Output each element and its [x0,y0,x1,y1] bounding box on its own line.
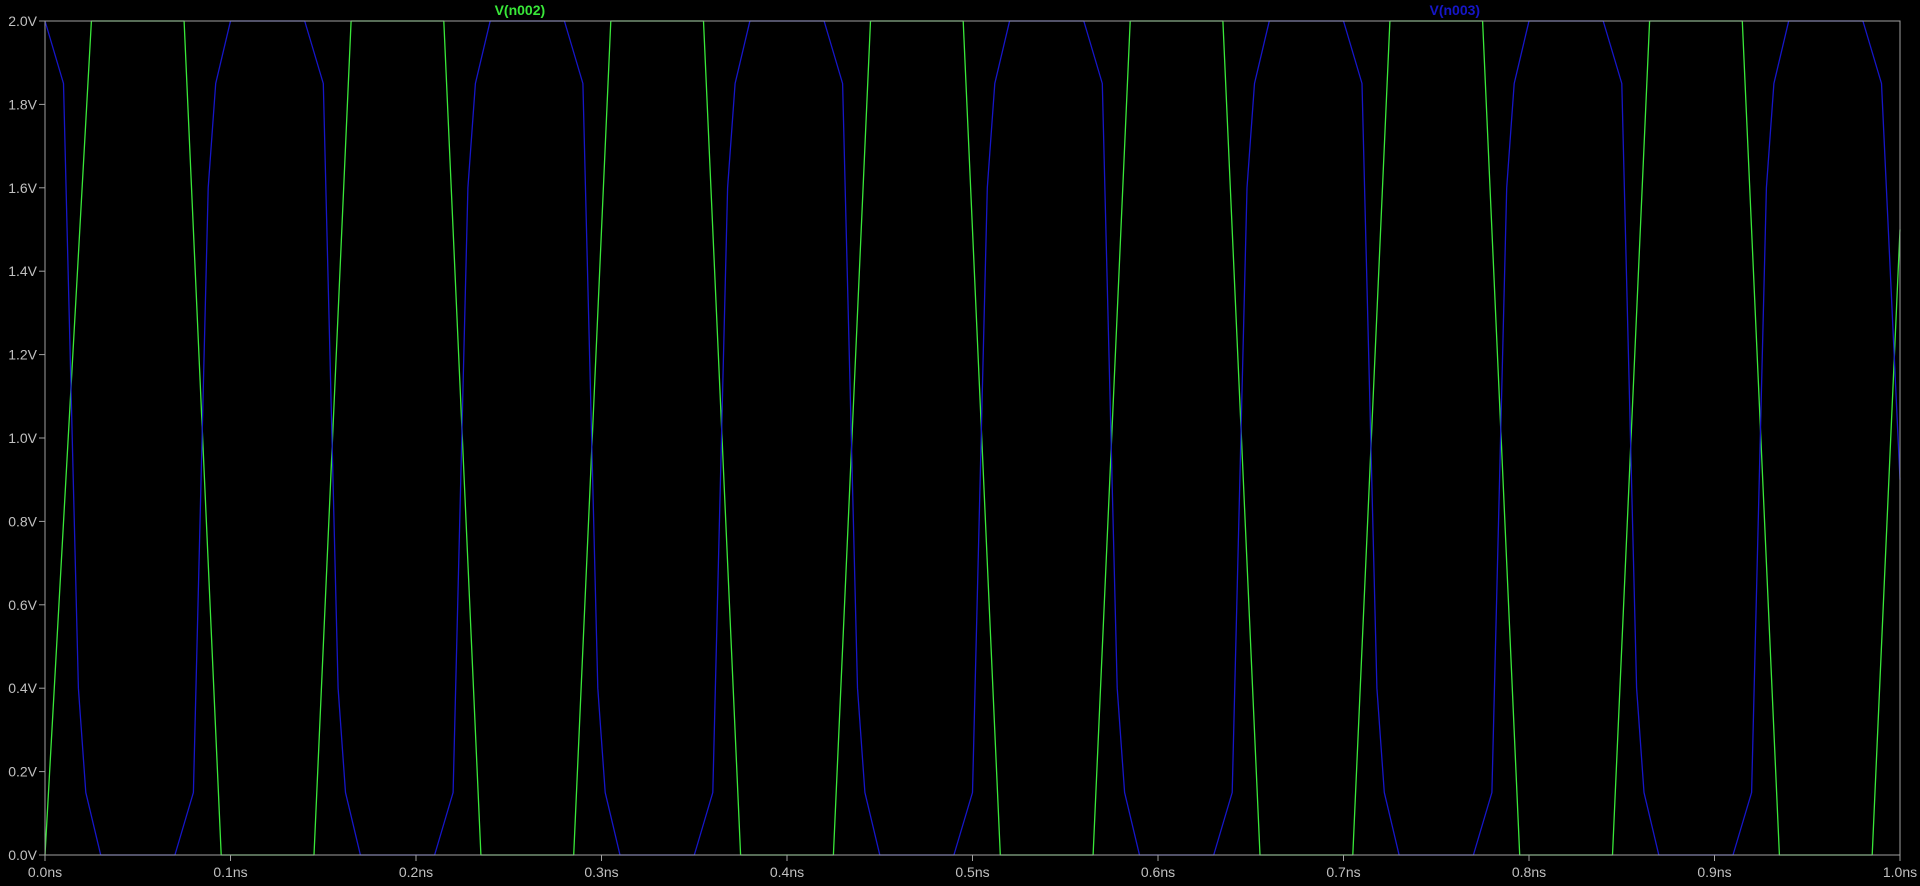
y-tick-label: 2.0V [8,13,37,29]
y-tick-label: 0.4V [8,680,37,696]
x-tick-label: 0.5ns [955,864,989,880]
y-tick-label: 0.2V [8,764,37,780]
x-tick-label: 0.7ns [1326,864,1360,880]
legend-label[interactable]: V(n002) [495,2,546,18]
y-tick-label: 1.0V [8,430,37,446]
waveform-viewer: 0.0ns 0.1ns 0.2ns 0.3ns 0.4ns 0.5ns 0.6ns 0.7ns… [0,0,1920,886]
x-tick-label: 0.9ns [1697,864,1731,880]
x-tick-label: 0.2ns [399,864,433,880]
y-tick-label: 0.8V [8,513,37,529]
x-tick-label: 0.1ns [213,864,247,880]
y-tick-label: 1.8V [8,96,37,112]
y-tick-label: 1.2V [8,347,37,363]
x-tick-label: 0.6ns [1141,864,1175,880]
legend-label[interactable]: V(n003) [1430,2,1481,18]
y-tick-label: 1.6V [8,180,37,196]
x-tick-label: 0.8ns [1512,864,1546,880]
x-tick-label: 0.0ns [28,864,62,880]
waveform-plot[interactable]: 0.0ns 0.1ns 0.2ns 0.3ns 0.4ns 0.5ns 0.6ns 0.7ns… [0,0,1920,886]
y-tick-label: 0.0V [8,847,37,863]
x-tick-label: 0.3ns [584,864,618,880]
x-tick-label: 1.0ns [1883,864,1917,880]
x-tick-label: 0.4ns [770,864,804,880]
y-tick-label: 1.4V [8,263,37,279]
y-tick-label: 0.6V [8,597,37,613]
plot-background [0,0,1920,886]
